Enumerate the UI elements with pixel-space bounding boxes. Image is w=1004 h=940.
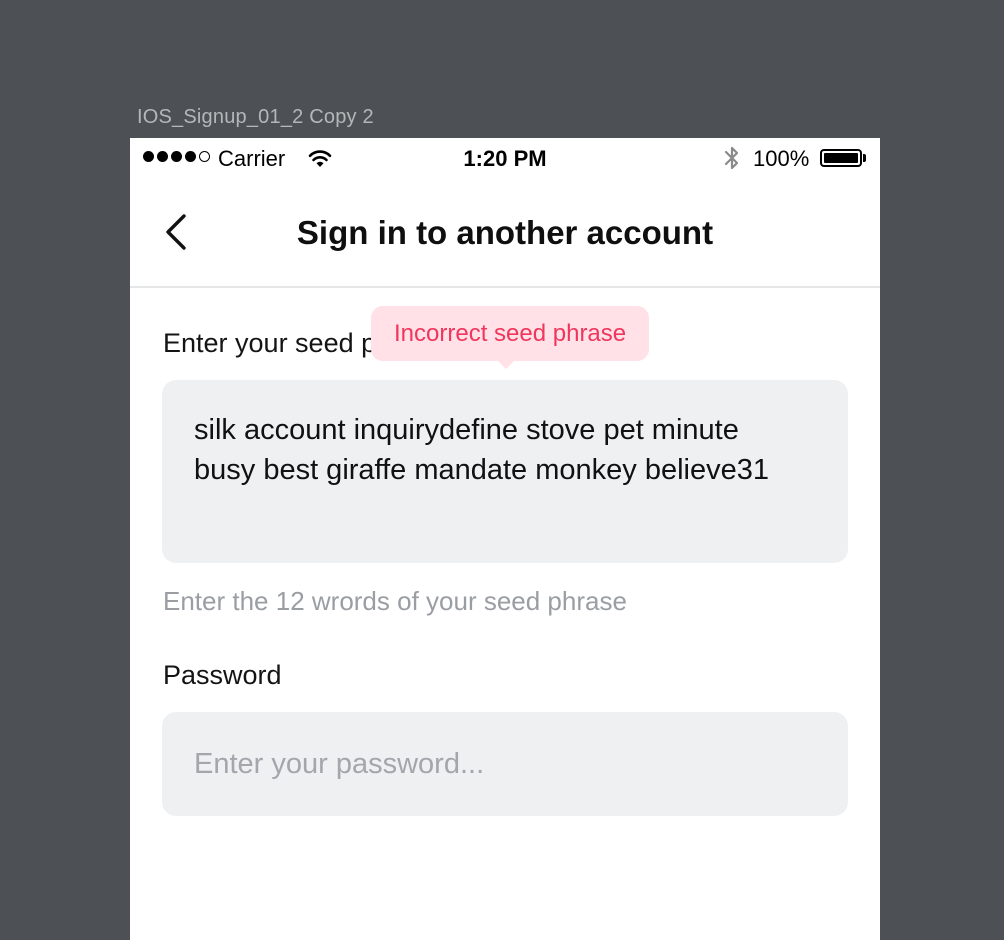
artboard-label: IOS_Signup_01_2 Copy 2 xyxy=(137,106,374,128)
page-title: Sign in to another account xyxy=(296,214,714,251)
battery-percent: 100% xyxy=(753,146,810,171)
seed-phrase-value[interactable]: silk account inquirydefine stove pet min… xyxy=(194,410,794,490)
battery-tip xyxy=(863,154,866,162)
battery-icon xyxy=(820,149,862,167)
bluetooth-icon xyxy=(724,146,739,170)
password-label: Password xyxy=(163,660,282,690)
error-tooltip-arrow xyxy=(497,360,515,369)
seed-phrase-input[interactable]: silk account inquirydefine stove pet min… xyxy=(162,380,848,563)
seed-phrase-helper: Enter the 12 wrords of your seed phrase xyxy=(163,586,627,616)
phone-screen: Carrier 1:20 PM 100% Sign in to another … xyxy=(130,138,880,940)
password-input[interactable] xyxy=(194,712,816,816)
navigation-bar: Sign in to another account xyxy=(130,178,880,288)
error-tooltip: Incorrect seed phrase xyxy=(371,306,650,361)
password-field[interactable] xyxy=(162,712,848,816)
status-bar: Carrier 1:20 PM 100% xyxy=(130,138,880,178)
battery-fill xyxy=(824,153,858,163)
